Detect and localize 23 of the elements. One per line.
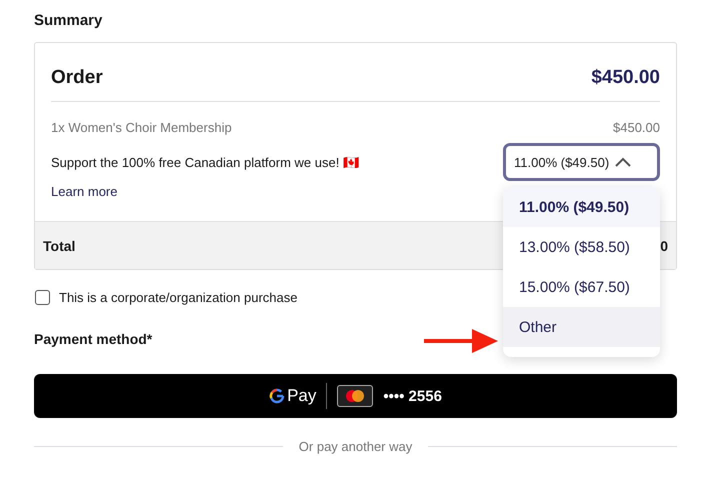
order-amount: $450.00 (591, 67, 660, 89)
learn-more-link[interactable]: Learn more (51, 184, 118, 199)
checkbox[interactable] (35, 290, 50, 305)
line-item-amount: $450.00 (613, 120, 660, 135)
order-title: Order (51, 67, 103, 89)
total-label: Total (43, 238, 76, 254)
arrow-icon (424, 329, 498, 353)
tip-select[interactable]: 11.00% ($49.50) (503, 143, 660, 181)
payment-method-label: Payment method* (34, 331, 152, 347)
card-icon (337, 385, 374, 407)
total-value: 0 (660, 238, 668, 254)
section-title: Summary (34, 12, 104, 29)
gpay-button[interactable]: Pay •••• 2556 (34, 374, 677, 418)
chevron-up-icon (615, 157, 632, 167)
checkbox-label: This is a corporate/organization purchase (59, 290, 298, 305)
g-logo-icon (269, 388, 286, 404)
dropdown-option[interactable]: Other (503, 307, 660, 347)
dropdown-option[interactable]: 13.00% ($58.50) (503, 227, 660, 267)
dropdown-option[interactable]: 11.00% ($49.50) (503, 187, 660, 227)
support-text: Support the 100% free Canadian platform we use! 🇨🇦 (51, 154, 359, 170)
dropdown-option[interactable]: 15.00% ($67.50) (503, 267, 660, 307)
divider-text: Or pay another way (298, 439, 412, 454)
line-item-label: 1x Women's Choir Membership (51, 120, 232, 135)
